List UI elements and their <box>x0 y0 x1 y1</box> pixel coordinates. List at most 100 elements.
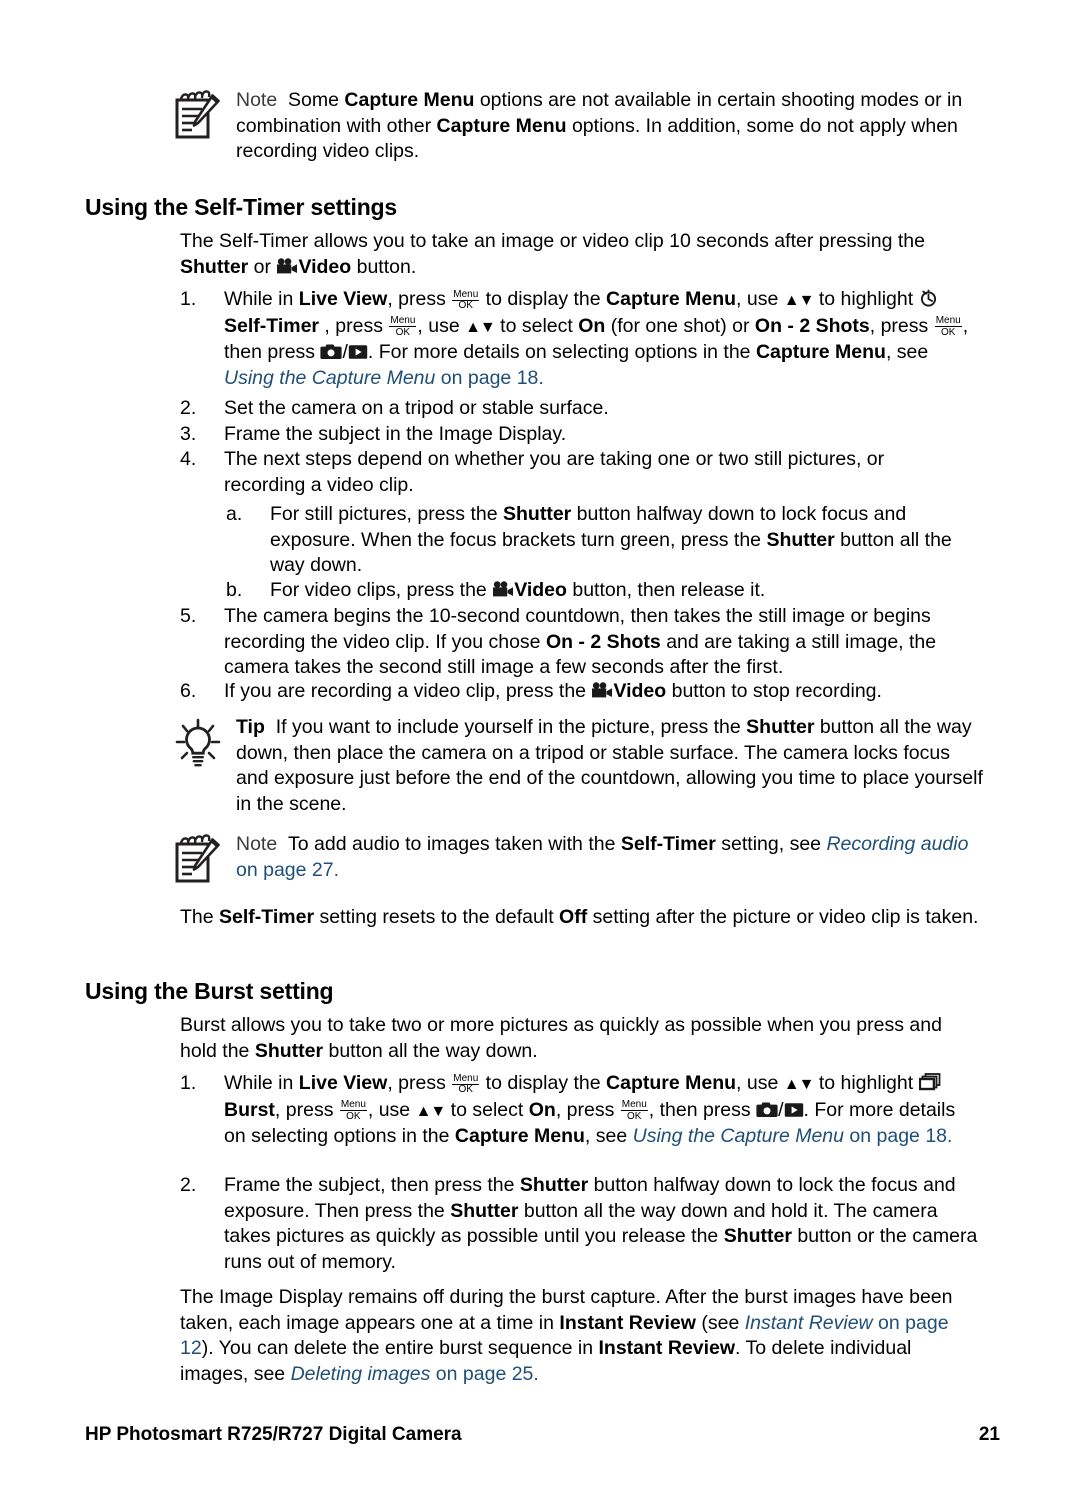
tip-t1: If you want to include yourself in the p… <box>275 716 747 738</box>
step-text: Frame the subject, then press the Shutte… <box>224 1173 980 1275</box>
substep-marker: a. <box>226 503 243 525</box>
link-using-the-capture-menu[interactable]: Using the Capture Menu <box>224 367 435 389</box>
s1-b2: Capture Menu <box>606 288 737 310</box>
step-marker: 1. <box>180 1072 197 1094</box>
menu-ok-bottom: OK <box>458 300 473 311</box>
heading-using-burst: Using the Burst setting <box>85 978 334 1004</box>
menu-ok-button-icon: Menu OK <box>620 1099 648 1122</box>
self-timer-step-3: 3. Frame the subject in the Image Displa… <box>180 422 980 448</box>
up-down-arrows-icon: ▲▼ <box>415 1102 447 1120</box>
sb-t1: For video clips, press the <box>270 579 493 601</box>
s6-t2: button to stop recording. <box>666 680 882 702</box>
bs1-t7: , use <box>367 1098 416 1121</box>
bs1-t9: , press <box>555 1098 620 1121</box>
burst-step-2: 2. Frame the subject, then press the Shu… <box>180 1173 980 1275</box>
note-pad-pencil-icon <box>172 832 228 891</box>
note-callout-top-text: Note Some Capture Menu options are not a… <box>236 88 984 165</box>
note-callout-top: Note Some Capture Menu options are not a… <box>172 88 984 165</box>
video-camera-icon <box>492 581 514 598</box>
sb-t2: button, then release it. <box>566 579 766 601</box>
bs1-t8: to select <box>445 1098 529 1121</box>
step-text: Set the camera on a tripod or stable sur… <box>224 397 609 419</box>
self-timer-closing-paragraph: The Self-Timer setting resets to the def… <box>180 905 980 931</box>
menu-ok-button-icon: Menu OK <box>452 288 480 312</box>
nb-t2: setting, see <box>715 833 827 855</box>
bs1-t1: While in <box>224 1072 299 1094</box>
self-timer-step-1: 1. While in Live View, press Menu OK to d… <box>180 287 980 391</box>
link-deleting-images[interactable]: Deleting images <box>291 1363 431 1385</box>
step-text: While in Live View, press Menu OK to disp… <box>224 1071 980 1150</box>
s1-t9: (for one shot) or <box>605 314 755 337</box>
still-camera-icon <box>756 1101 778 1118</box>
step-marker: 4. <box>180 448 197 470</box>
bs1-t5: to highlight <box>813 1072 919 1094</box>
menu-ok-top: Menu <box>620 1099 648 1111</box>
nb-t1: To add audio to images taken with the <box>288 833 621 855</box>
up-down-arrows-icon: ▲▼ <box>783 1076 815 1093</box>
bc-b1: Instant Review <box>559 1311 696 1334</box>
playback-icon <box>784 1102 804 1118</box>
menu-ok-button-icon: Menu OK <box>389 316 417 338</box>
link-instant-review[interactable]: Instant Review <box>745 1312 873 1334</box>
s1-b4: On <box>578 314 606 337</box>
step-marker: 2. <box>180 1174 197 1196</box>
heading-using-self-timer: Using the Self-Timer settings <box>85 194 397 220</box>
tip-b1: Shutter <box>746 716 815 738</box>
step-marker: 1. <box>180 288 197 310</box>
note-bold-1: Capture Menu <box>344 89 475 111</box>
s1-b6: Capture Menu <box>755 341 886 363</box>
up-down-arrows-icon: ▲▼ <box>783 292 815 309</box>
up-down-arrows-icon: ▲▼ <box>465 318 496 336</box>
intro-bold-shutter: Shutter <box>180 255 249 278</box>
bc-t6: on page 25. <box>430 1362 539 1385</box>
self-timer-step-6: 6. If you are recording a video clip, pr… <box>180 679 980 705</box>
substep-marker: b. <box>226 579 243 601</box>
s1-t5: to highlight <box>813 288 919 310</box>
menu-ok-bottom: OK <box>395 326 411 338</box>
s1-t13: , see <box>885 341 929 363</box>
s6-b1: Video <box>613 680 667 702</box>
burst-step-1: 1. While in Live View, press Menu OK to d… <box>180 1071 980 1150</box>
s1-t3: to display the <box>480 288 607 310</box>
menu-ok-bottom: OK <box>346 1110 361 1122</box>
menu-ok-bottom: OK <box>940 326 956 338</box>
link-recording-audio[interactable]: Recording audio <box>826 833 968 855</box>
substep-text: For still pictures, press the Shutter bu… <box>270 502 982 579</box>
sa-t1: For still pictures, press the <box>270 503 503 525</box>
s1-t4: , use <box>736 288 784 310</box>
bs1-b3: Burst <box>224 1098 275 1121</box>
intro-text-2: or <box>248 255 277 278</box>
note-pad-pencil-icon <box>172 88 228 147</box>
note-label: Note <box>236 833 278 855</box>
menu-ok-button-icon: Menu OK <box>339 1100 367 1122</box>
step-text: The next steps depend on whether you are… <box>224 448 885 496</box>
link-using-the-capture-menu[interactable]: Using the Capture Menu <box>633 1125 844 1147</box>
tip-callout: Tip If you want to include yourself in t… <box>172 715 984 817</box>
sb-b1: Video <box>514 579 567 601</box>
step-marker: 2. <box>180 397 197 419</box>
burst-intro-paragraph: Burst allows you to take two or more pic… <box>180 1013 980 1064</box>
substep-text: For video clips, press the Video button,… <box>270 578 982 604</box>
step-marker: 6. <box>180 680 197 702</box>
s1-t2: , press <box>387 288 452 310</box>
video-camera-icon <box>591 682 613 699</box>
s1-t12: . For more details on selecting options … <box>367 341 756 363</box>
note-callout-bottom-text: Note To add audio to images taken with t… <box>236 832 984 883</box>
bs1-t12: , see <box>584 1125 633 1147</box>
s1-t8: to select <box>494 314 579 337</box>
s1-b5: On - 2 Shots <box>754 314 870 337</box>
s5-b1: On - 2 Shots <box>545 630 661 653</box>
step-text: If you are recording a video clip, press… <box>224 679 980 705</box>
bs1-t3: to display the <box>480 1072 607 1094</box>
bs1-t2: , press <box>387 1072 452 1094</box>
s1-t1: While in <box>224 288 299 310</box>
bc-t2: (see <box>695 1311 745 1334</box>
bs1-t6: , press <box>274 1098 339 1121</box>
stopwatch-self-timer-icon <box>919 288 938 307</box>
menu-ok-button-icon: Menu OK <box>452 1073 480 1096</box>
stc-b2: Off <box>559 906 588 928</box>
menu-ok-top: Menu <box>452 288 480 301</box>
self-timer-substep-a: a. For still pictures, press the Shutter… <box>226 502 982 579</box>
still-camera-icon <box>320 343 343 360</box>
bs2-b2: Shutter <box>450 1199 519 1222</box>
